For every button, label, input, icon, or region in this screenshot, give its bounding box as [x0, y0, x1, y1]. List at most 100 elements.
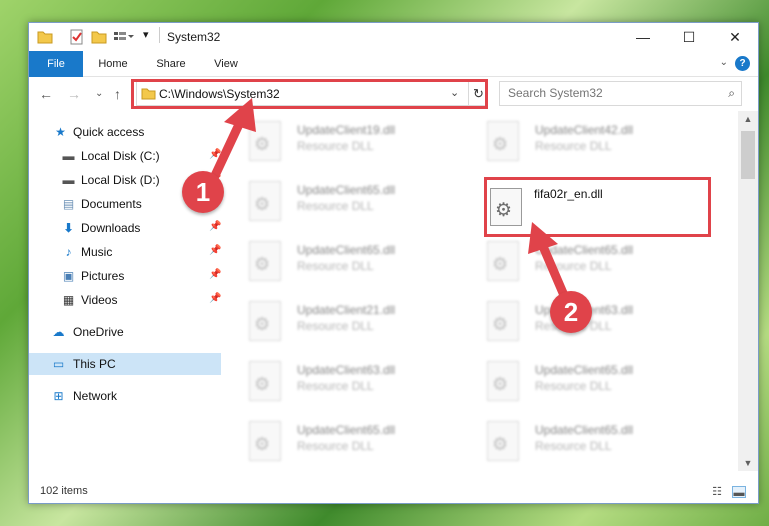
large-icons-view-icon[interactable]: ▬	[732, 486, 746, 499]
scroll-down-icon[interactable]: ▼	[738, 455, 758, 471]
file-item[interactable]: UpdateClient65.dll Resource DLL	[227, 175, 457, 227]
dll-file-icon	[487, 421, 519, 461]
dll-file-icon	[249, 241, 281, 281]
sidebar-item-onedrive[interactable]: ☁ OneDrive	[29, 321, 221, 343]
pin-icon[interactable]: 📌	[209, 221, 221, 232]
maximize-button[interactable]: ☐	[666, 23, 712, 51]
file-name: UpdateClient21.dll	[297, 303, 396, 317]
scroll-thumb[interactable]	[741, 131, 755, 179]
folder-icon[interactable]	[37, 29, 53, 45]
videos-icon: ▦	[62, 293, 75, 307]
tab-share[interactable]: Share	[145, 51, 197, 77]
help-button[interactable]: ?	[735, 56, 750, 71]
sidebar-item-label: Pictures	[81, 269, 125, 283]
dll-file-icon	[487, 301, 519, 341]
file-item[interactable]: UpdateClient65.dll Resource DLL	[227, 415, 457, 467]
file-name: UpdateClient65.dll	[297, 423, 396, 437]
search-input[interactable]	[508, 86, 708, 100]
dll-file-icon	[487, 121, 519, 161]
file-item[interactable]: UpdateClient19.dll Resource DLL	[227, 115, 457, 167]
recent-locations-icon[interactable]: ⌄	[95, 88, 103, 99]
file-name: UpdateClient65.dll	[297, 243, 396, 257]
tab-home[interactable]: Home	[87, 51, 139, 77]
sidebar-item-videos[interactable]: ▦ Videos 📌	[29, 289, 222, 311]
sidebar-item-downloads[interactable]: ⬇ Downloads 📌	[29, 217, 221, 239]
sidebar-item-local-disk-c[interactable]: ▬ Local Disk (C:) 📌	[29, 145, 222, 167]
file-type: Resource DLL	[535, 259, 612, 273]
back-arrow-icon[interactable]: ←	[39, 86, 53, 102]
window-title: System32	[167, 30, 221, 44]
dll-file-icon	[249, 181, 281, 221]
title-bar: ▾ System32 — ☐ ✕	[29, 23, 758, 51]
file-type: Resource DLL	[297, 259, 374, 273]
sidebar-item-label: Network	[73, 389, 118, 403]
file-item[interactable]: UpdateClient21.dll Resource DLL	[227, 295, 457, 347]
properties-icon[interactable]	[69, 29, 85, 45]
tab-file[interactable]: File	[29, 51, 83, 77]
dll-file-icon	[249, 361, 281, 401]
minimize-button[interactable]: —	[620, 23, 666, 51]
sidebar-item-pictures[interactable]: ▣ Pictures 📌	[29, 265, 222, 287]
sidebar-item-label: Quick access	[73, 125, 145, 139]
pin-icon[interactable]: 📌	[209, 293, 221, 304]
file-item[interactable]: UpdateClient65.dll Resource DLL	[465, 235, 695, 287]
file-name: UpdateClient65.dll	[535, 423, 634, 437]
pictures-icon: ▣	[62, 269, 75, 283]
tab-view[interactable]: View	[201, 51, 251, 77]
file-item[interactable]: UpdateClient63.dll Resource DLL	[227, 355, 457, 407]
file-name: UpdateClient65.dll	[535, 363, 634, 377]
drive-icon: ▬	[62, 173, 75, 187]
pin-icon[interactable]: 📌	[209, 269, 221, 280]
file-type: Resource DLL	[297, 199, 374, 213]
sidebar-item-label: Downloads	[81, 221, 141, 235]
scroll-up-icon[interactable]: ▲	[738, 111, 758, 127]
callout-badge-two: 2	[550, 291, 592, 333]
dll-file-icon	[487, 241, 519, 281]
details-view-icon[interactable]: ☷	[710, 486, 724, 498]
file-list: UpdateClient19.dll Resource DLL UpdateCl…	[227, 111, 738, 471]
file-type: Resource DLL	[297, 379, 374, 393]
file-item[interactable]: UpdateClient42.dll Resource DLL	[465, 115, 695, 167]
file-item[interactable]: UpdateClient65.dll Resource DLL	[227, 235, 457, 287]
up-arrow-icon[interactable]: ↑	[114, 86, 121, 102]
computer-icon: ▭	[52, 357, 65, 371]
status-bar: 102 items ☷ ▬	[29, 481, 758, 503]
sidebar-item-network[interactable]: ⊞ Network	[29, 385, 221, 407]
search-icon[interactable]: ⌕	[728, 86, 735, 101]
callout-badge-one: 1	[182, 171, 224, 213]
customize-toolbar-icon[interactable]	[113, 29, 135, 45]
file-item[interactable]: UpdateClient65.dll Resource DLL	[465, 355, 695, 407]
file-type: Resource DLL	[535, 379, 612, 393]
sidebar-item-this-pc[interactable]: ▭ This PC	[29, 353, 221, 375]
title-separator	[159, 27, 160, 43]
sidebar-item-label: OneDrive	[73, 325, 124, 339]
search-box[interactable]: ⌕	[499, 81, 742, 106]
vertical-scrollbar[interactable]: ▲ ▼	[738, 111, 758, 471]
navigation-pane: ★ Quick access ▬ Local Disk (C:) 📌 ▬ Loc…	[29, 111, 227, 471]
item-count: 102 items	[40, 485, 88, 497]
forward-arrow-icon[interactable]: →	[67, 86, 81, 102]
file-type: Resource DLL	[297, 139, 374, 153]
file-name: UpdateClient63.dll	[297, 363, 396, 377]
network-icon: ⊞	[53, 389, 64, 403]
dll-file-icon	[249, 301, 281, 341]
chevron-down-icon[interactable]: ▾	[143, 28, 149, 44]
sidebar-item-label: Local Disk (C:)	[81, 149, 160, 163]
sidebar-item-quick-access[interactable]: ★ Quick access	[29, 121, 221, 143]
star-icon: ★	[55, 125, 66, 139]
file-name: UpdateClient42.dll	[535, 123, 634, 137]
address-highlight-box	[131, 79, 488, 109]
ribbon-expand-icon[interactable]: ⌄	[720, 57, 728, 68]
file-type: Resource DLL	[535, 139, 612, 153]
ribbon-tabs: File Home Share View ⌄ ?	[29, 51, 758, 77]
new-folder-icon[interactable]	[91, 29, 107, 45]
file-type: Resource DLL	[297, 319, 374, 333]
music-icon: ♪	[65, 245, 72, 259]
pin-icon[interactable]: 📌	[209, 149, 221, 160]
file-item[interactable]: UpdateClient65.dll Resource DLL	[465, 415, 695, 467]
documents-icon: ▤	[62, 197, 75, 211]
sidebar-item-music[interactable]: ♪ Music 📌	[29, 241, 222, 263]
pin-icon[interactable]: 📌	[209, 245, 221, 256]
file-name: UpdateClient19.dll	[297, 123, 396, 137]
close-button[interactable]: ✕	[712, 23, 758, 51]
